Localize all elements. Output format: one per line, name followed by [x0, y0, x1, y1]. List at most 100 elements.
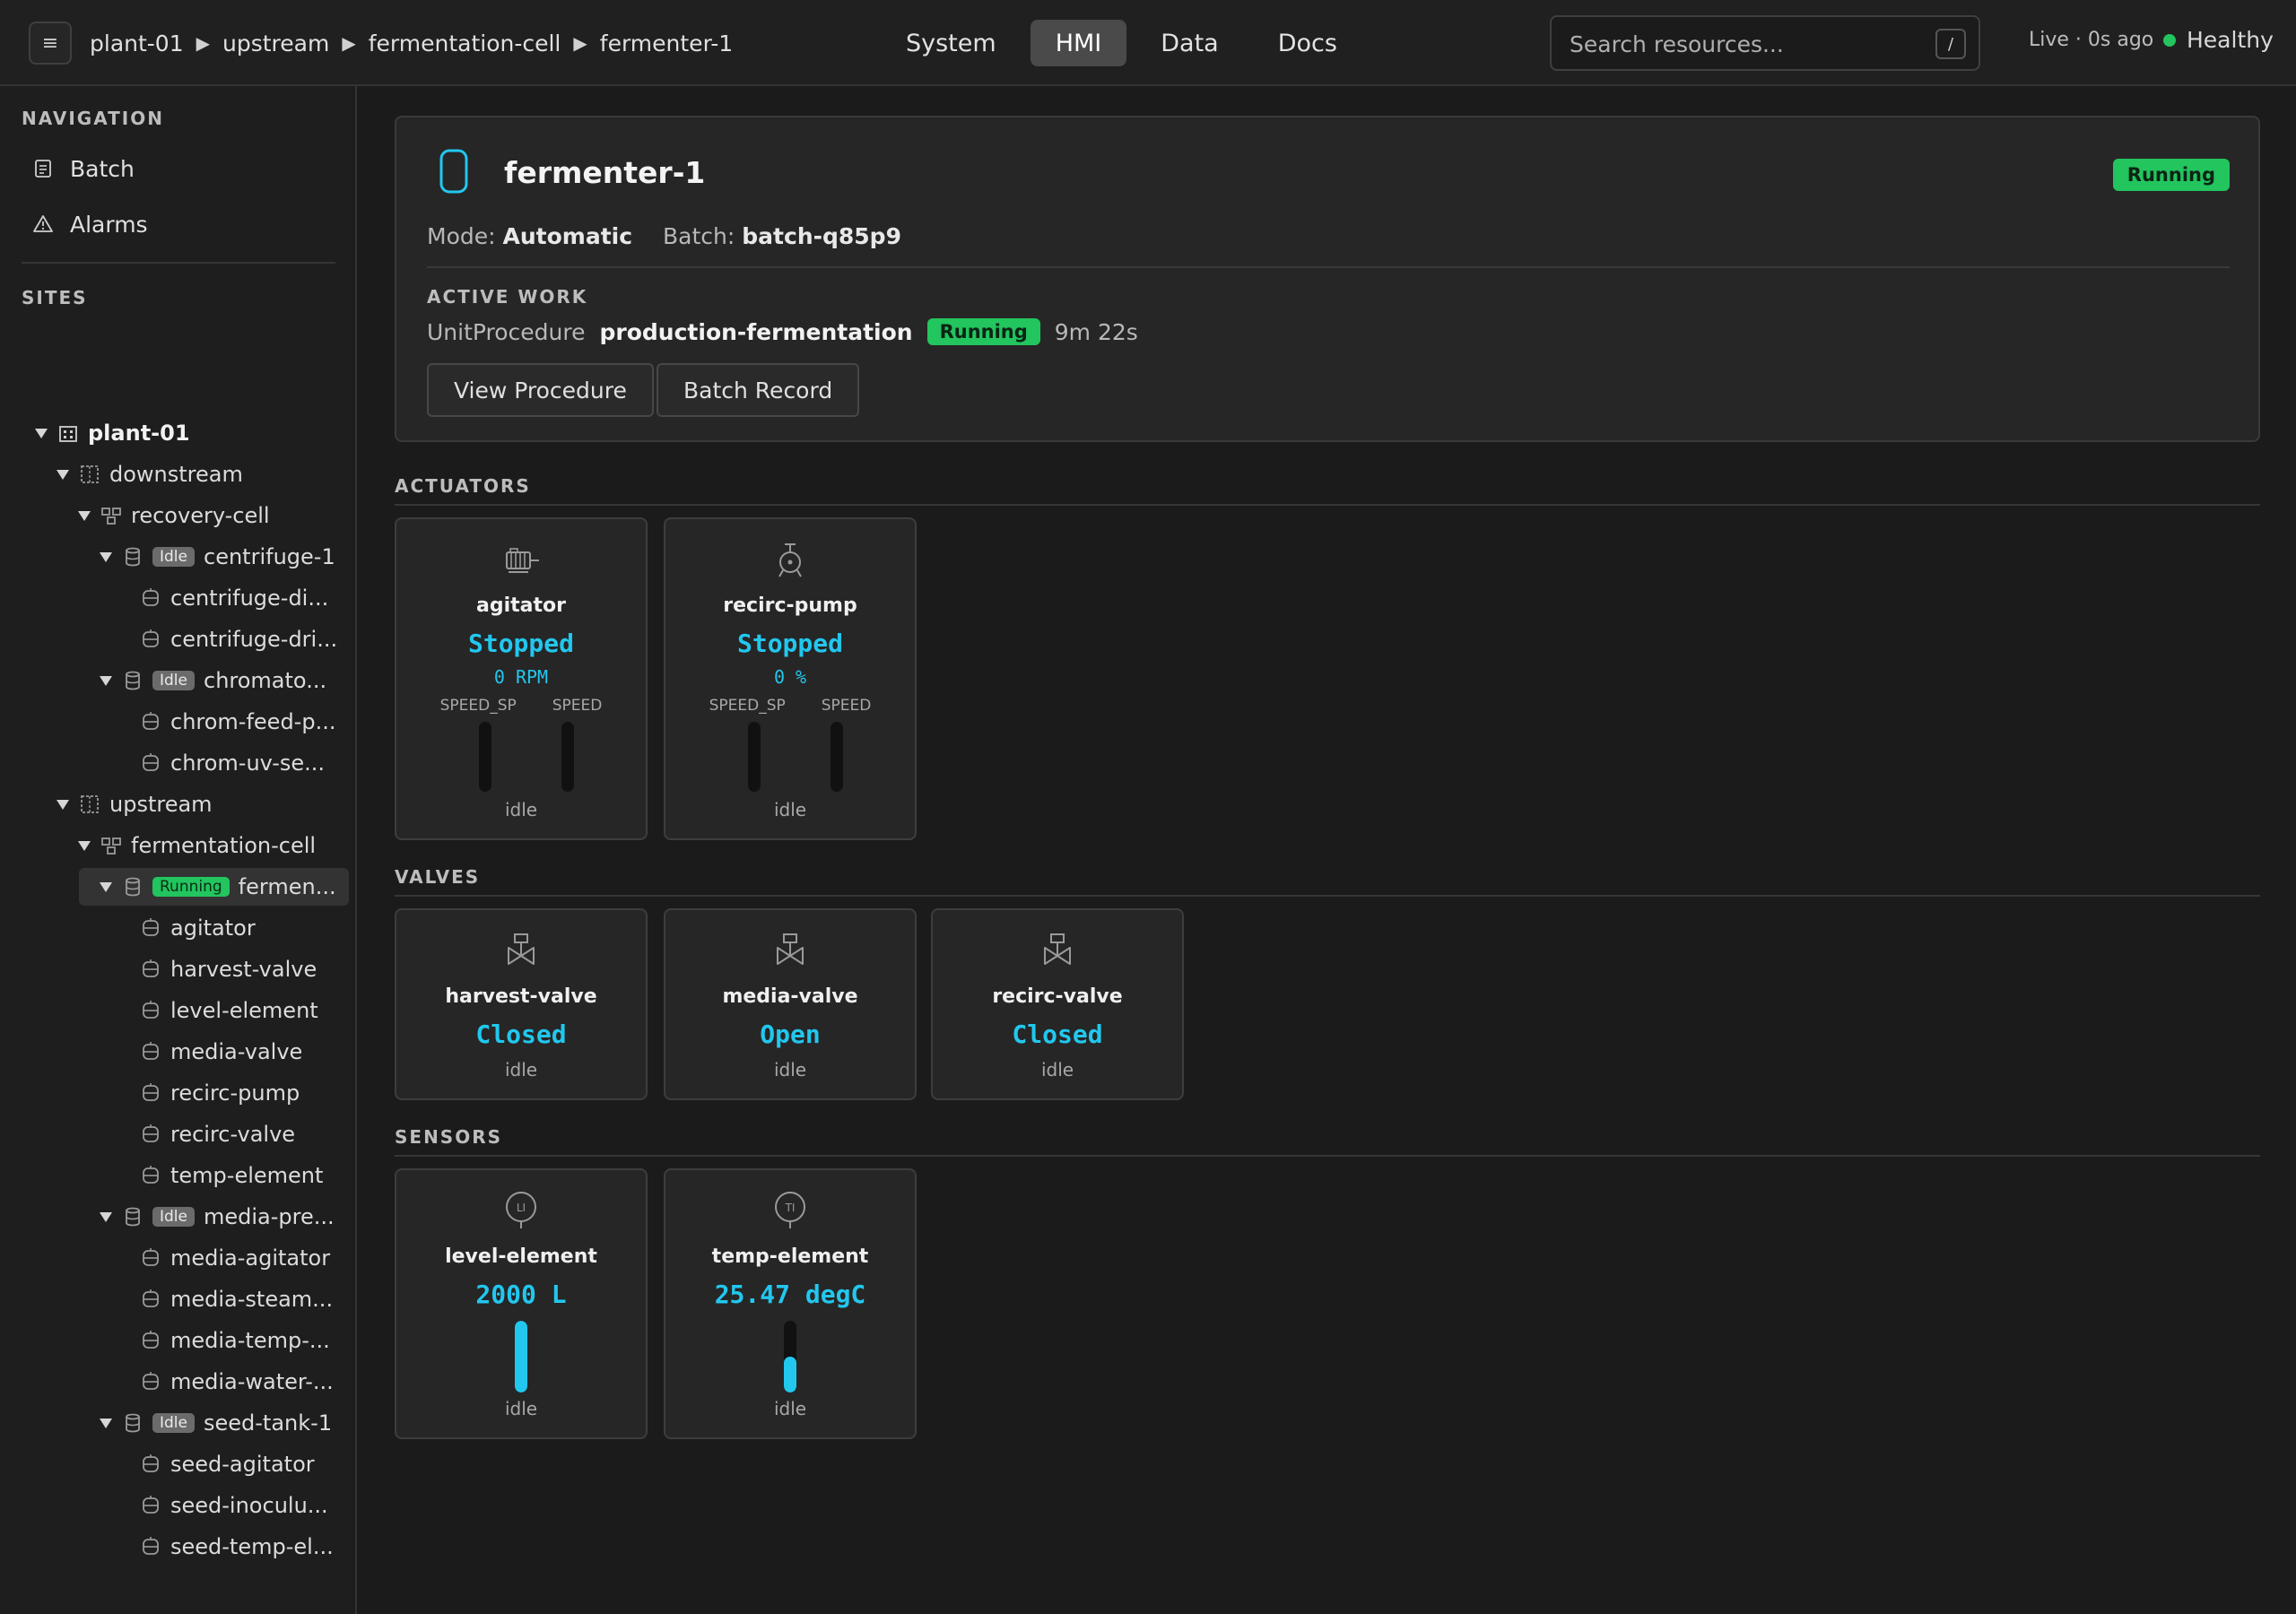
tree-item[interactable]: Idle chromato...	[99, 662, 326, 699]
batch-record-button[interactable]: Batch Record	[657, 363, 860, 417]
tree-item[interactable]: media-valve	[140, 1033, 302, 1071]
tree-item[interactable]: Idle centrifuge-1	[99, 538, 335, 576]
breadcrumb-item[interactable]: upstream	[222, 30, 329, 56]
menu-button[interactable]: ≡	[29, 22, 72, 65]
gauge-labels: SPEED_SP SPEED	[665, 697, 915, 715]
valve-icon	[777, 933, 804, 965]
search-box: /	[1550, 15, 1980, 71]
tree-item[interactable]: Idle media-pre...	[99, 1198, 335, 1236]
tree-item[interactable]: chrom-feed-p...	[140, 703, 335, 741]
sensor-card-level-element[interactable]: LI level-element 2000 L idle	[395, 1168, 648, 1439]
tree-item[interactable]: chrom-uv-se...	[140, 744, 325, 782]
tree-item[interactable]: level-element	[140, 992, 318, 1029]
breadcrumb-item[interactable]: plant-01	[90, 30, 184, 56]
caret-down-icon[interactable]	[99, 881, 113, 893]
caret-down-icon[interactable]	[99, 1210, 113, 1223]
tab-hmi[interactable]: HMI	[1030, 20, 1127, 66]
caret-down-icon[interactable]	[99, 551, 113, 563]
work-status-badge: Running	[926, 318, 1040, 345]
tree-item[interactable]: Running fermen...	[79, 868, 349, 906]
card-state: Closed	[475, 1020, 567, 1049]
mode-value: Automatic	[502, 223, 633, 249]
batch-value: batch-q85p9	[742, 223, 901, 249]
tree-item[interactable]: Idle seed-tank-1	[99, 1404, 332, 1442]
mode-field: Mode: Automatic	[427, 223, 632, 249]
module-icon	[143, 1372, 159, 1390]
card-value: 0 RPM	[493, 666, 549, 688]
unit-icon	[126, 671, 140, 690]
caret-down-icon[interactable]	[99, 1417, 113, 1429]
caret-down-icon[interactable]	[99, 674, 113, 687]
tab-system[interactable]: System	[881, 20, 1022, 66]
tree-item[interactable]: seed-agitator	[140, 1445, 315, 1483]
tab-data[interactable]: Data	[1135, 20, 1243, 66]
tree-item-label: chromato...	[204, 668, 327, 693]
card-name: agitator	[476, 594, 566, 617]
module-icon	[143, 1289, 159, 1307]
nav-item-batch[interactable]: Batch	[22, 145, 335, 192]
tree-item[interactable]: media-water-...	[140, 1363, 334, 1401]
caret-down-icon[interactable]	[34, 427, 48, 439]
valve-card-recirc-valve[interactable]: recirc-valve Closed idle	[931, 908, 1184, 1100]
caret-down-icon[interactable]	[77, 509, 91, 522]
card-status: idle	[504, 799, 538, 820]
temperature-gauge	[784, 1321, 796, 1393]
tree-item[interactable]: downstream	[56, 456, 243, 493]
sidebar-divider	[22, 262, 335, 264]
card-status: idle	[773, 799, 807, 820]
nav-item-alarms[interactable]: Alarms	[22, 201, 335, 247]
module-icon	[143, 1454, 159, 1472]
sensor-card-temp-element[interactable]: TI temp-element 25.47 degC idle	[664, 1168, 917, 1439]
sensors-heading: SENSORS	[395, 1126, 503, 1148]
actuator-card-agitator[interactable]: agitator Stopped 0 RPM SPEED_SP SPEED id…	[395, 517, 648, 840]
mode-label: Mode:	[427, 223, 496, 249]
tree-item[interactable]: recovery-cell	[77, 497, 270, 534]
card-name: recirc-pump	[723, 594, 857, 617]
tree-item[interactable]: seed-temp-el...	[140, 1528, 334, 1566]
tree-item[interactable]: media-agitator	[140, 1239, 330, 1277]
tank-icon	[439, 149, 468, 194]
search-input[interactable]	[1570, 28, 1910, 60]
tree-item[interactable]: centrifuge-dri...	[140, 620, 337, 658]
caret-down-icon[interactable]	[56, 468, 70, 481]
tree-item-label: recirc-valve	[170, 1122, 296, 1147]
tab-docs[interactable]: Docs	[1253, 20, 1362, 66]
module-icon	[143, 1124, 159, 1142]
unit-icon	[126, 1207, 140, 1227]
view-procedure-button[interactable]: View Procedure	[427, 363, 654, 417]
actuator-card-recirc-pump[interactable]: recirc-pump Stopped 0 % SPEED_SP SPEED i…	[664, 517, 917, 840]
tree-item-label: plant-01	[88, 421, 190, 446]
tree-item[interactable]: recirc-pump	[140, 1074, 300, 1112]
tree-item[interactable]: seed-inoculu...	[140, 1487, 328, 1524]
breadcrumb-item[interactable]: fermenter-1	[600, 30, 733, 56]
sites-heading: SITES	[22, 287, 88, 308]
tree-item-label: centrifuge-di...	[170, 586, 329, 611]
breadcrumb-item[interactable]: fermentation-cell	[369, 30, 561, 56]
tree-item[interactable]: recirc-valve	[140, 1115, 295, 1153]
module-icon	[143, 712, 159, 730]
card-name: harvest-valve	[445, 985, 597, 1008]
tree-item-label: media-agitator	[170, 1245, 331, 1271]
tree-item[interactable]: media-steam...	[140, 1280, 333, 1318]
speed-sp-gauge	[479, 722, 491, 792]
tree-item[interactable]: centrifuge-di...	[140, 579, 328, 617]
tree-item[interactable]: agitator	[140, 909, 256, 947]
section-divider	[395, 1155, 2260, 1157]
caret-down-icon[interactable]	[77, 839, 91, 852]
tree-item[interactable]: fermentation-cell	[77, 827, 316, 864]
tree-item[interactable]: upstream	[56, 785, 213, 823]
tree-item[interactable]: harvest-valve	[140, 950, 317, 988]
module-icon	[143, 588, 159, 606]
instrument-tag: LI	[517, 1202, 526, 1214]
chevron-right-icon: ▶	[196, 32, 211, 54]
health-dot-icon	[2163, 33, 2176, 47]
section-divider	[395, 895, 2260, 897]
tree-item[interactable]: media-temp-...	[140, 1322, 330, 1359]
module-icon	[143, 1331, 159, 1349]
caret-down-icon[interactable]	[56, 798, 70, 811]
valve-card-harvest-valve[interactable]: harvest-valve Closed idle	[395, 908, 648, 1100]
tree-item[interactable]: plant-01	[34, 414, 190, 452]
valve-card-media-valve[interactable]: media-valve Open idle	[664, 908, 917, 1100]
tree-item[interactable]: temp-element	[140, 1157, 323, 1194]
valve-icon	[508, 933, 535, 965]
